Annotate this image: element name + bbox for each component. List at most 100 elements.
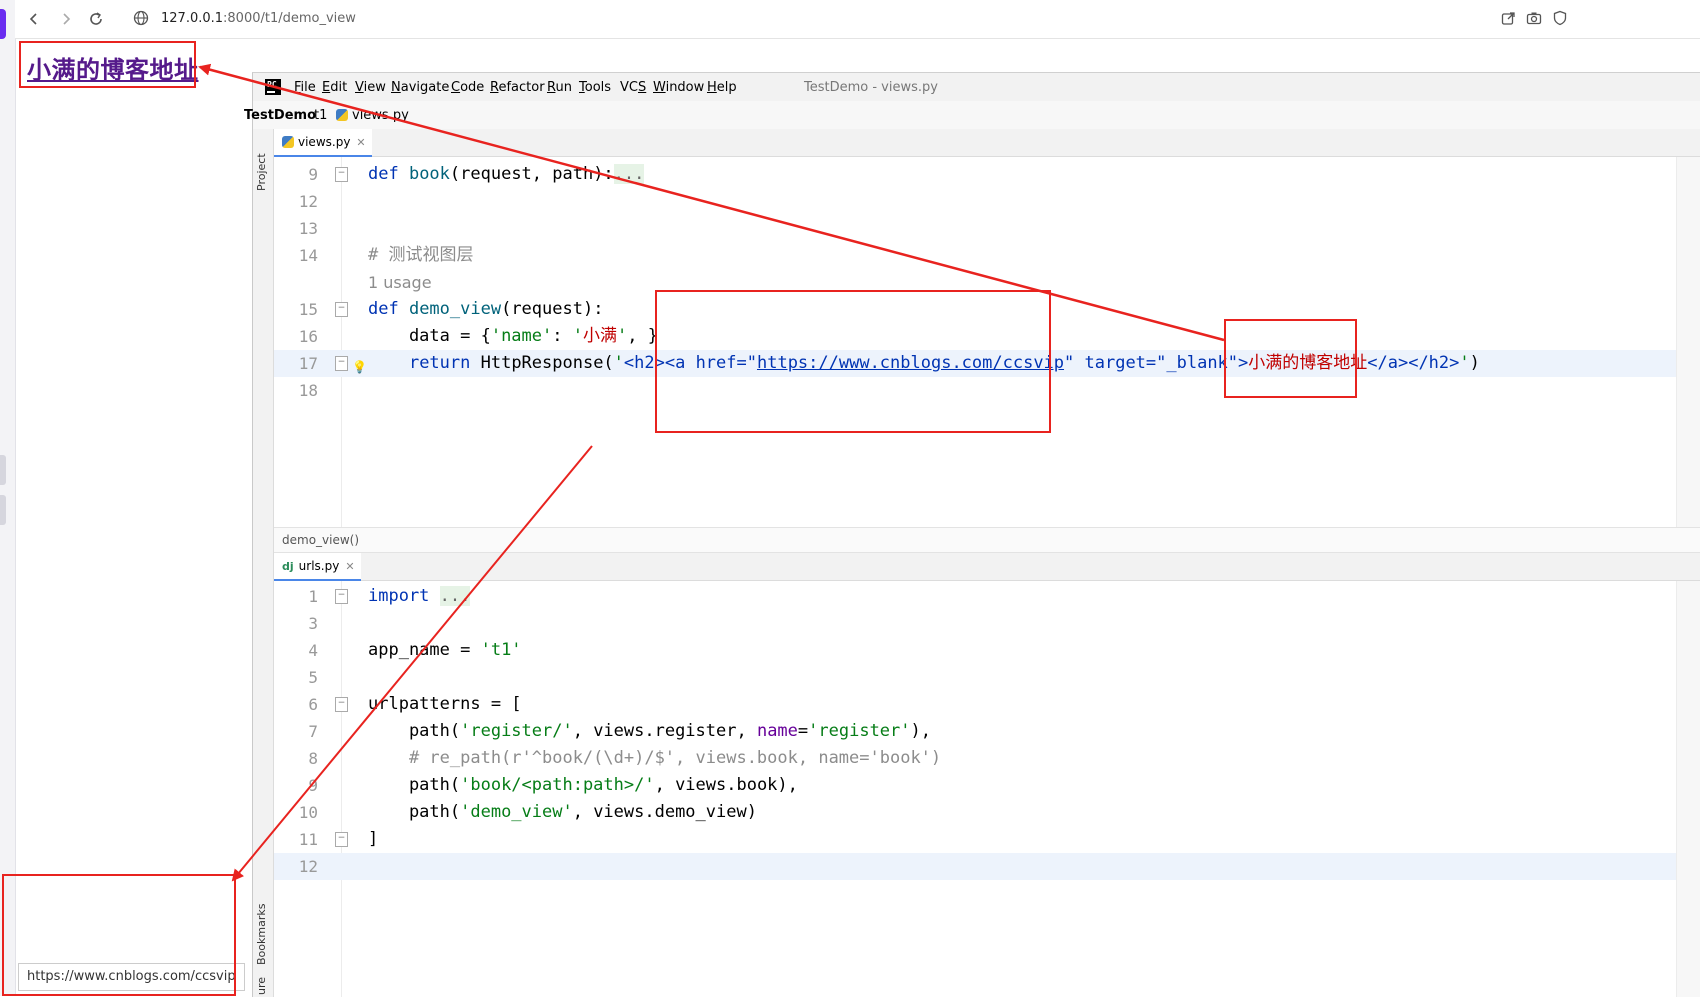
crumb-file[interactable]: views.py <box>336 108 409 123</box>
code-line[interactable]: 10 path('demo_view', views.demo_view) <box>274 799 1700 826</box>
sidebar-tab[interactable] <box>0 495 6 525</box>
code-text: urlpatterns = [ <box>368 694 522 714</box>
line-number: 18 <box>298 381 318 400</box>
annotation-box-page-link <box>19 41 196 88</box>
line-number: 13 <box>298 219 318 238</box>
editor-scrollbar[interactable] <box>1676 157 1700 527</box>
ide-window: PC File Edit View Navigate Code Refactor Run To… <box>244 72 1700 997</box>
project-tool-tab[interactable]: Project <box>255 153 268 191</box>
code-text: ] <box>368 829 379 849</box>
line-number: 11 <box>298 830 318 849</box>
menu-window[interactable]: Window <box>653 80 704 95</box>
tool-window-strip: Project Bookmarks ure <box>253 129 274 997</box>
menu-refactor[interactable]: Refactor <box>490 80 545 95</box>
forward-icon <box>63 13 71 25</box>
browser-sidebar <box>0 0 16 996</box>
line-number: 5 <box>308 668 318 687</box>
code-line[interactable]: 4 app_name = 't1' <box>274 637 1700 664</box>
close-tab-icon[interactable]: ✕ <box>345 560 354 573</box>
menu-code[interactable]: Code <box>451 80 484 95</box>
reload-button[interactable] <box>87 10 105 28</box>
back-icon <box>29 13 37 25</box>
fold-toggle-icon[interactable]: − <box>335 302 348 317</box>
camera-icon <box>1526 12 1542 25</box>
code-text: # re_path(r'^book/(\d+)/$', views.book, … <box>368 748 942 768</box>
crumb-project[interactable]: TestDemo <box>244 108 316 123</box>
tab-label: views.py <box>298 135 351 149</box>
menu-navigate[interactable]: Navigate <box>391 80 449 95</box>
code-editor-urls[interactable]: 1 − import ... 3 4 app_name = 't1' 5 6 − urlpatte… <box>274 581 1700 997</box>
fold-toggle-icon[interactable]: − <box>335 589 348 604</box>
code-line[interactable]: 13 <box>274 215 1700 242</box>
code-line[interactable]: 5 <box>274 664 1700 691</box>
code-line[interactable]: 3 <box>274 610 1700 637</box>
code-line[interactable]: 11 −] <box>274 826 1700 853</box>
address-path: :8000/t1/demo_view <box>223 11 356 26</box>
line-number: 14 <box>298 246 318 265</box>
tab-views-py[interactable]: views.py ✕ <box>274 129 372 157</box>
menu-view[interactable]: View <box>355 80 386 95</box>
menu-file[interactable]: File <box>294 80 316 95</box>
code-line[interactable]: 7 path('register/', views.register, name… <box>274 718 1700 745</box>
editor-scrollbar[interactable] <box>1676 581 1700 997</box>
shield-icon <box>1553 10 1567 26</box>
bookmarks-tool-tab[interactable]: Bookmarks <box>255 904 268 965</box>
close-tab-icon[interactable]: ✕ <box>356 136 365 149</box>
menu-edit[interactable]: Edit <box>322 80 347 95</box>
share-button[interactable] <box>1499 10 1517 28</box>
annotation-box-link-text <box>1224 319 1357 398</box>
site-info-icon[interactable] <box>133 10 149 26</box>
code-text: def book(request, path):... <box>368 164 645 184</box>
code-text: path('register/', views.register, name='… <box>368 721 931 741</box>
address-bar[interactable]: 127.0.0.1:8000/t1/demo_view <box>161 11 356 26</box>
line-number: 1 <box>308 587 318 606</box>
editor-tabs-bottom: dj urls.py ✕ <box>274 553 1700 581</box>
code-text: 1 usage <box>368 273 432 292</box>
code-line[interactable]: 9 path('book/<path:path>/', views.book), <box>274 772 1700 799</box>
address-host: 127.0.0.1 <box>161 11 224 26</box>
editor-breadcrumb: demo_view() <box>274 527 1700 553</box>
menu-tools[interactable]: Tools <box>579 80 611 95</box>
menu-run[interactable]: Run <box>547 80 572 95</box>
line-number: 9 <box>308 165 318 184</box>
python-file-icon <box>336 109 348 121</box>
code-line[interactable]: 1 − import ... <box>274 583 1700 610</box>
structure-tool-tab[interactable]: ure <box>255 977 268 995</box>
code-text: path('demo_view', views.demo_view) <box>368 802 757 822</box>
code-line[interactable]: 9 − def book(request, path):... <box>274 161 1700 188</box>
browser-toolbar: 127.0.0.1:8000/t1/demo_view <box>15 0 1700 39</box>
line-number: 3 <box>308 614 318 633</box>
window-title: TestDemo - views.py <box>804 80 938 95</box>
fold-toggle-icon[interactable]: − <box>335 697 348 712</box>
editor-tabs-top: views.py ✕ <box>274 129 1700 157</box>
function-crumb[interactable]: demo_view() <box>282 533 359 547</box>
line-number: 10 <box>298 803 318 822</box>
fold-toggle-icon[interactable]: − <box>335 832 348 847</box>
code-text: path('book/<path:path>/', views.book), <box>368 775 798 795</box>
code-line[interactable]: 14 # 测试视图层 <box>274 242 1700 269</box>
menu-help[interactable]: Help <box>707 80 737 95</box>
annotation-box-status <box>2 874 236 996</box>
code-line[interactable]: 6 − urlpatterns = [ <box>274 691 1700 718</box>
code-text: app_name = 't1' <box>368 640 522 660</box>
crumb-module[interactable]: t1 <box>314 108 327 123</box>
sidebar-active-indicator[interactable] <box>0 9 6 39</box>
share-icon <box>1501 12 1515 25</box>
menu-vcs[interactable]: VCS <box>620 80 646 95</box>
line-number: 15 <box>298 300 318 319</box>
fold-toggle-icon[interactable]: − <box>335 356 348 371</box>
code-line[interactable]: 8 # re_path(r'^book/(\d+)/$', views.book… <box>274 745 1700 772</box>
reload-icon <box>90 12 102 25</box>
line-number: 7 <box>308 722 318 741</box>
screenshot-button[interactable] <box>1525 10 1543 28</box>
line-number: 6 <box>308 695 318 714</box>
shield-button[interactable] <box>1551 10 1569 28</box>
sidebar-tab[interactable] <box>0 455 6 485</box>
code-line[interactable]: 12 <box>274 853 1700 880</box>
fold-toggle-icon[interactable]: − <box>335 167 348 182</box>
forward-button[interactable] <box>57 10 75 28</box>
tab-urls-py[interactable]: dj urls.py ✕ <box>274 553 361 581</box>
code-line[interactable]: 12 <box>274 188 1700 215</box>
back-button[interactable] <box>25 10 43 28</box>
python-file-icon <box>282 136 294 148</box>
